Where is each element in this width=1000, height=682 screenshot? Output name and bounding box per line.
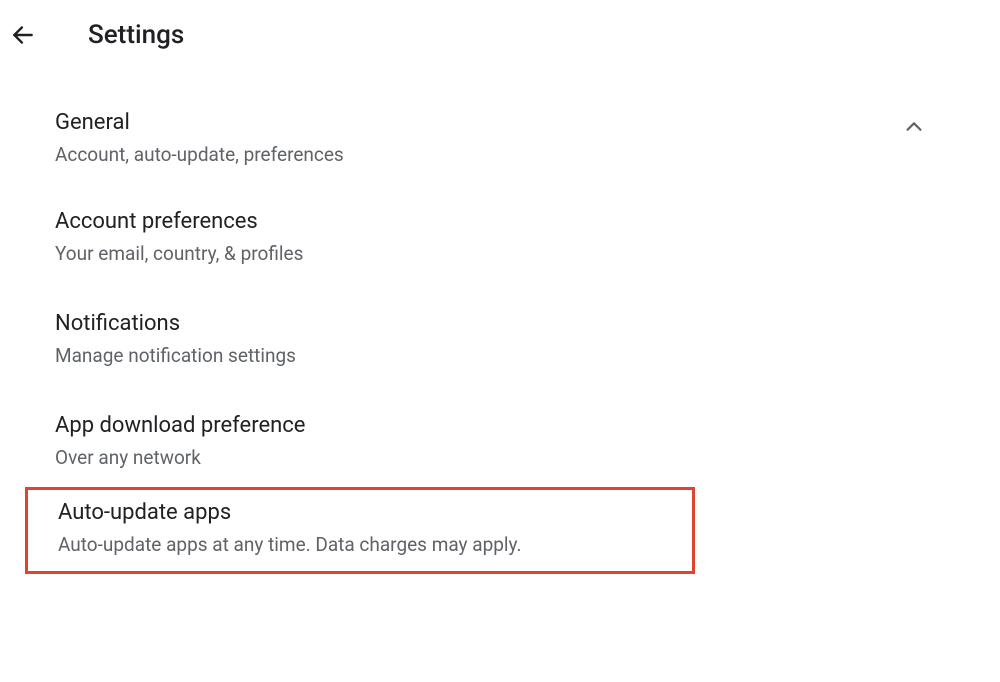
setting-item-subtitle: Manage notification settings <box>55 344 945 367</box>
setting-item-subtitle: Over any network <box>55 446 945 469</box>
setting-item-title: Account preferences <box>55 209 945 234</box>
back-arrow-icon[interactable] <box>10 22 36 48</box>
section-title: General <box>55 110 344 135</box>
setting-item-title: Auto-update apps <box>58 500 672 525</box>
header: Settings <box>0 0 1000 80</box>
setting-item-subtitle: Your email, country, & profiles <box>55 242 945 265</box>
settings-list: Account preferences Your email, country,… <box>0 181 1000 574</box>
page-title: Settings <box>88 20 184 50</box>
setting-item-auto-update-apps[interactable]: Auto-update apps Auto-update apps at any… <box>25 487 695 574</box>
setting-item-app-download-preference[interactable]: App download preference Over any network <box>55 385 945 487</box>
setting-item-title: Notifications <box>55 311 945 336</box>
section-header-texts: General Account, auto-update, preference… <box>55 110 344 166</box>
setting-item-title: App download preference <box>55 413 945 438</box>
setting-item-subtitle: Auto-update apps at any time. Data charg… <box>58 533 672 556</box>
section-header-general[interactable]: General Account, auto-update, preference… <box>0 80 1000 181</box>
chevron-up-icon <box>903 116 925 138</box>
setting-item-account-preferences[interactable]: Account preferences Your email, country,… <box>55 181 945 283</box>
setting-item-notifications[interactable]: Notifications Manage notification settin… <box>55 283 945 385</box>
section-subtitle: Account, auto-update, preferences <box>55 143 344 166</box>
